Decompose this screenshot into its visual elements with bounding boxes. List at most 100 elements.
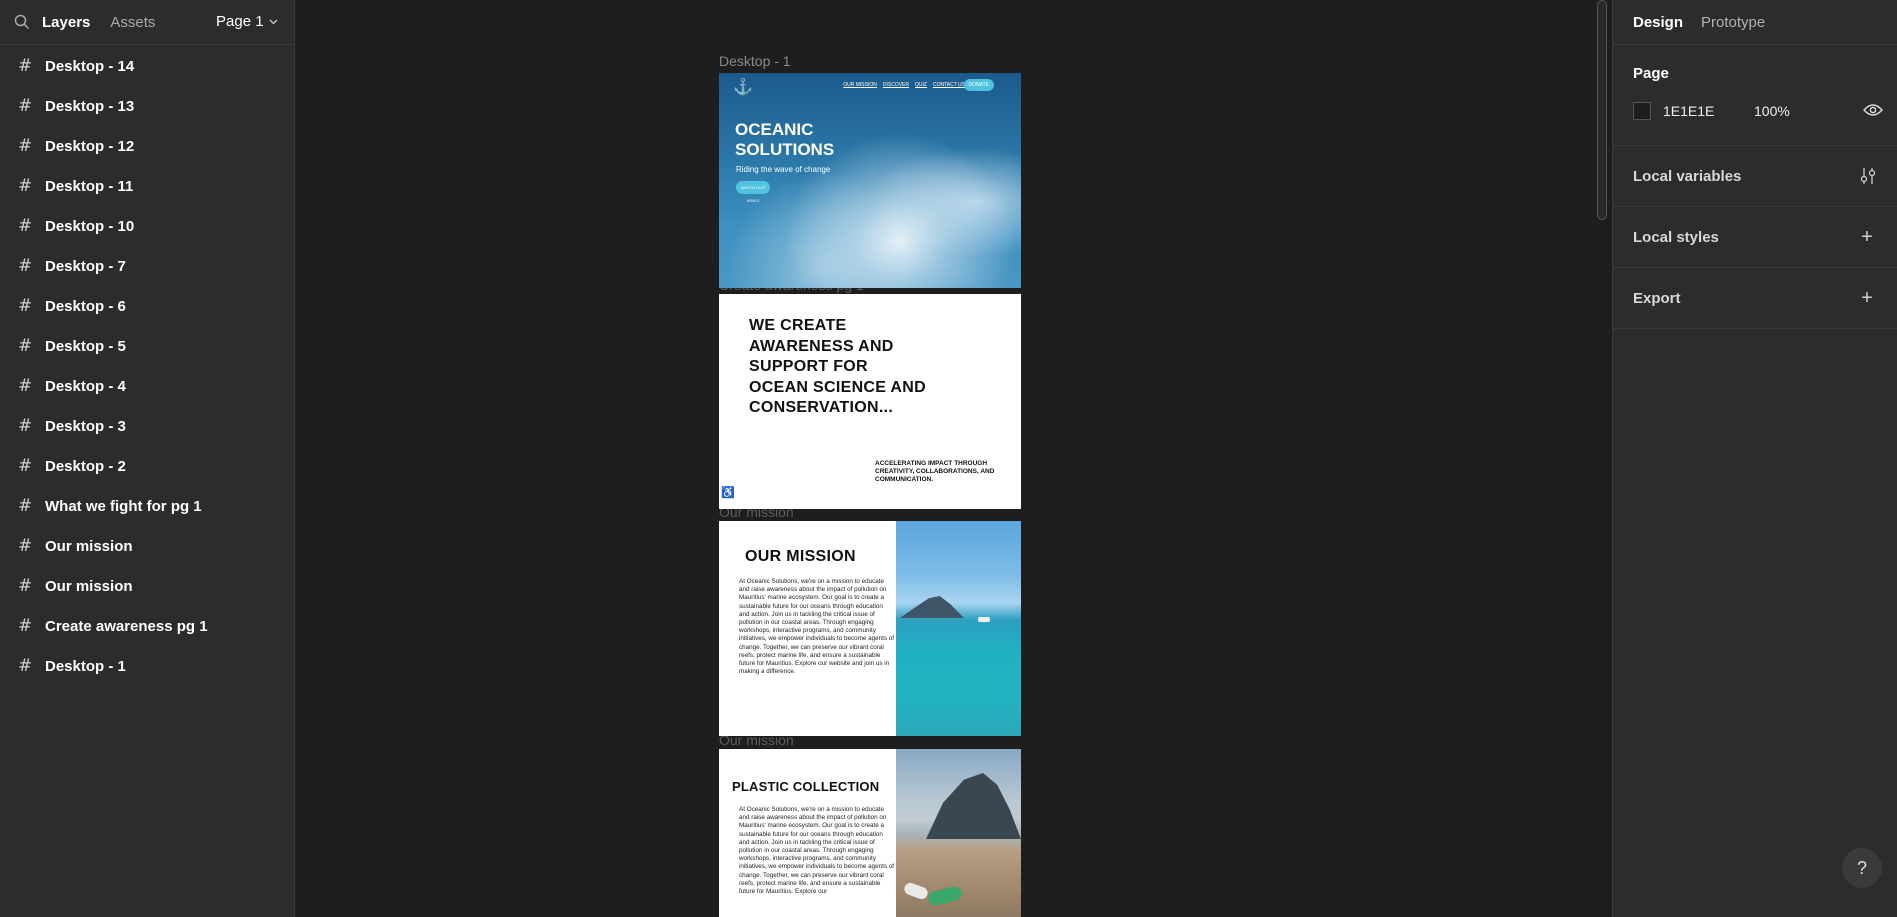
- bottle-shape: [926, 885, 964, 907]
- layer-item-label: Desktop - 7: [45, 257, 126, 275]
- frame-label-desktop-1[interactable]: Desktop - 1: [719, 53, 791, 69]
- nav-contact-us[interactable]: CONTACT US: [933, 82, 965, 88]
- export-section[interactable]: Export +: [1613, 268, 1897, 329]
- layer-item[interactable]: # Desktop - 5: [0, 326, 294, 366]
- eye-icon[interactable]: [1863, 103, 1883, 117]
- frame-icon: #: [18, 616, 33, 636]
- page-section-title: Page: [1633, 65, 1669, 82]
- frame-icon: #: [18, 376, 33, 396]
- variables-icon[interactable]: [1859, 166, 1877, 186]
- fill-opacity-value[interactable]: 100%: [1754, 103, 1790, 119]
- page-selector-label: Page 1: [216, 13, 264, 30]
- frame-our-mission-2[interactable]: PLASTIC COLLECTION At Oceanic Solutions,…: [719, 749, 1021, 917]
- hero-subtitle: Riding the wave of change: [736, 165, 831, 174]
- add-export-icon[interactable]: +: [1857, 287, 1877, 310]
- layer-item-label: Create awareness pg 1: [45, 617, 208, 635]
- frame-icon: #: [18, 456, 33, 476]
- layer-item[interactable]: # Our mission: [0, 566, 294, 606]
- design-panel: Design Prototype Page 1E1E1E 100% Local …: [1612, 0, 1897, 917]
- frame-create-awareness[interactable]: WE CREATE AWARENESS AND SUPPORT FOR OCEA…: [719, 294, 1021, 509]
- layer-item[interactable]: # Desktop - 7: [0, 246, 294, 286]
- sea-photo: [896, 521, 1021, 736]
- layer-item-label: Our mission: [45, 537, 133, 555]
- layer-item[interactable]: # Desktop - 13: [0, 86, 294, 126]
- frame-icon: #: [18, 56, 33, 76]
- layer-item-label: Desktop - 6: [45, 297, 126, 315]
- layer-item-label: Desktop - 3: [45, 417, 126, 435]
- frame-icon: #: [18, 216, 33, 236]
- add-style-icon[interactable]: +: [1857, 226, 1877, 249]
- layer-item[interactable]: # Desktop - 2: [0, 446, 294, 486]
- hero-title: OCEANIC SOLUTIONS: [735, 120, 835, 159]
- page-selector[interactable]: Page 1: [216, 13, 278, 30]
- plastic-bag-shape: [902, 881, 930, 901]
- tab-layers[interactable]: Layers: [42, 14, 90, 31]
- beach-photo: [896, 749, 1021, 917]
- page-fill-row: 1E1E1E 100%: [1633, 102, 1883, 120]
- tab-design[interactable]: Design: [1633, 14, 1683, 31]
- frame-icon: #: [18, 96, 33, 116]
- layer-item-label: Desktop - 4: [45, 377, 126, 395]
- frame-desktop-1[interactable]: ⚓ OUR MISSION DISCOVER QUIZ CONTACT US D…: [719, 73, 1021, 288]
- layer-item-label: Desktop - 2: [45, 457, 126, 475]
- layer-item[interactable]: # Our mission: [0, 526, 294, 566]
- fill-hex-value[interactable]: 1E1E1E: [1663, 103, 1754, 119]
- layer-item-label: Desktop - 11: [45, 177, 134, 195]
- layer-item-label: Our mission: [45, 577, 133, 595]
- frame-icon: #: [18, 416, 33, 436]
- layer-list: # Desktop - 14 # Desktop - 13 # Desktop - 12 #…: [0, 45, 294, 686]
- hero-nav: OUR MISSION DISCOVER QUIZ CONTACT US: [843, 82, 965, 88]
- help-button[interactable]: ?: [1842, 848, 1882, 888]
- watch-video-button[interactable]: WATCH OUR VIDEO: [736, 181, 770, 203]
- layer-item-label: Desktop - 10: [45, 217, 135, 235]
- layer-item[interactable]: # What we fight for pg 1: [0, 486, 294, 526]
- frame-icon: #: [18, 136, 33, 156]
- layer-item[interactable]: # Desktop - 1: [0, 646, 294, 686]
- mountain-shape: [926, 773, 1021, 839]
- frame-icon: #: [18, 656, 33, 676]
- tab-assets[interactable]: Assets: [110, 14, 155, 31]
- frame-our-mission[interactable]: OUR MISSION At Oceanic Solutions, we're …: [719, 521, 1021, 736]
- layer-item-label: What we fight for pg 1: [45, 497, 202, 515]
- layer-item[interactable]: # Desktop - 6: [0, 286, 294, 326]
- awareness-subtitle: ACCELERATING IMPACT THROUGH CREATIVITY, …: [875, 460, 995, 483]
- layer-item[interactable]: # Desktop - 10: [0, 206, 294, 246]
- canvas-scrollbar[interactable]: [1597, 0, 1607, 220]
- layer-item[interactable]: # Desktop - 3: [0, 406, 294, 446]
- layer-item-label: Desktop - 13: [45, 97, 135, 115]
- logo-icon: ⚓: [733, 79, 753, 96]
- plastic-title: PLASTIC COLLECTION: [732, 779, 880, 794]
- nav-quiz[interactable]: QUIZ: [915, 82, 927, 88]
- export-label: Export: [1633, 289, 1681, 307]
- awareness-title: WE CREATE AWARENESS AND SUPPORT FOR OCEA…: [749, 317, 926, 416]
- layers-panel: Layers Assets Page 1 # Desktop - 14 # Deskt…: [0, 0, 295, 917]
- design-panel-header: Design Prototype: [1613, 0, 1897, 45]
- layer-item-label: Desktop - 12: [45, 137, 135, 155]
- layer-item[interactable]: # Desktop - 4: [0, 366, 294, 406]
- layer-item[interactable]: # Desktop - 14: [0, 46, 294, 86]
- local-styles-label: Local styles: [1633, 228, 1719, 246]
- layers-panel-header: Layers Assets Page 1: [0, 0, 294, 45]
- donate-button[interactable]: DONATE: [963, 79, 994, 91]
- layer-item-label: Desktop - 1: [45, 657, 126, 675]
- design-canvas[interactable]: Desktop - 1 Create awareness pg 1 Our mi…: [296, 0, 1611, 917]
- tab-prototype[interactable]: Prototype: [1701, 14, 1765, 31]
- layer-item[interactable]: # Desktop - 12: [0, 126, 294, 166]
- nav-our-mission[interactable]: OUR MISSION: [843, 82, 877, 88]
- nav-discover[interactable]: DISCOVER: [883, 82, 909, 88]
- layer-item-label: Desktop - 5: [45, 337, 126, 355]
- layer-item[interactable]: # Desktop - 11: [0, 166, 294, 206]
- fill-color-swatch[interactable]: [1633, 102, 1651, 120]
- search-icon[interactable]: [14, 14, 30, 30]
- chevron-down-icon: [269, 19, 278, 24]
- local-variables-section[interactable]: Local variables: [1613, 146, 1897, 207]
- plastic-body: At Oceanic Solutions, we're on a mission…: [739, 806, 895, 896]
- mission-body: At Oceanic Solutions, we're on a mission…: [739, 578, 895, 676]
- frame-icon: #: [18, 536, 33, 556]
- mountain-shape: [900, 596, 964, 618]
- frame-icon: #: [18, 336, 33, 356]
- page-section: Page 1E1E1E 100%: [1613, 45, 1897, 146]
- local-styles-section[interactable]: Local styles +: [1613, 207, 1897, 268]
- frame-icon: #: [18, 256, 33, 276]
- layer-item[interactable]: # Create awareness pg 1: [0, 606, 294, 646]
